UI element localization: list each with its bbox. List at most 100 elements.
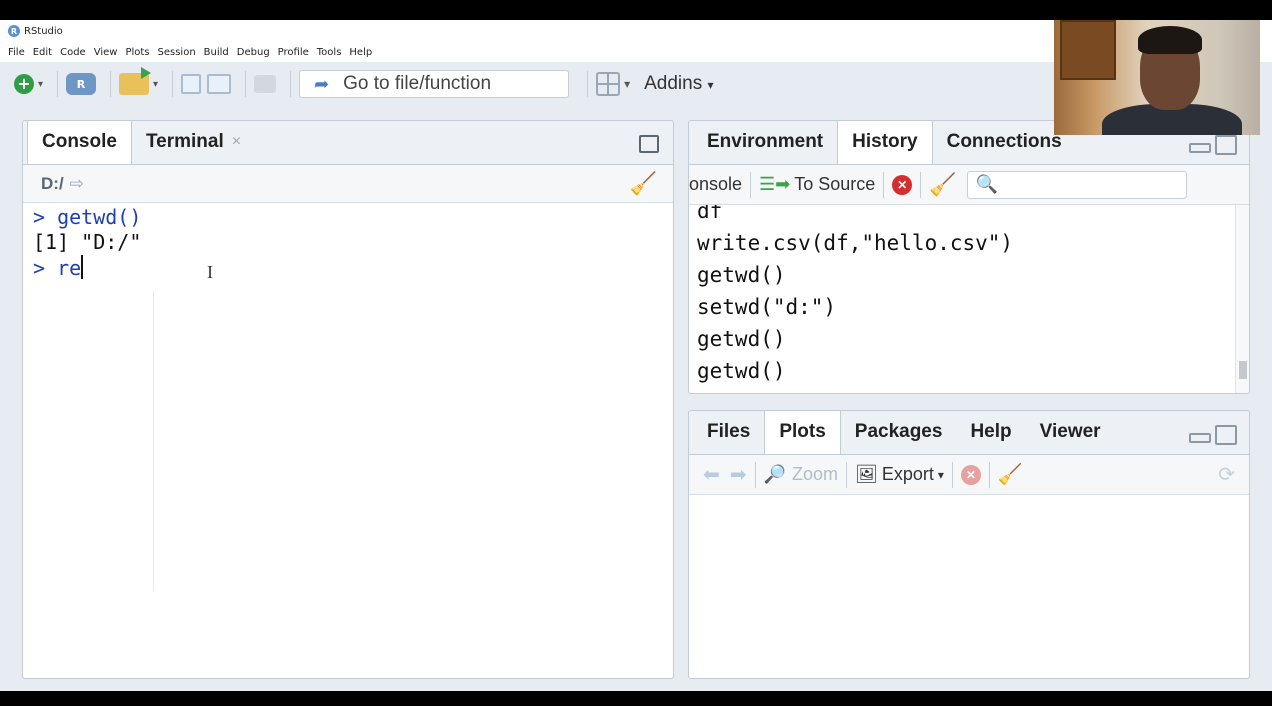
toolbar-divider bbox=[988, 461, 990, 488]
console-input[interactable]: re bbox=[57, 256, 81, 280]
remove-plot-icon[interactable]: ✕ bbox=[960, 464, 981, 485]
export-button[interactable]: 🖼 Export ▾ bbox=[855, 464, 944, 485]
menu-help[interactable]: Help bbox=[349, 47, 372, 58]
history-item[interactable]: write.csv(df,"hello.csv") bbox=[697, 227, 1225, 259]
ibeam-cursor-icon: I bbox=[207, 262, 213, 282]
restore-pane-icon[interactable] bbox=[639, 135, 659, 153]
minimize-pane-icon[interactable] bbox=[1189, 143, 1211, 153]
open-file-button[interactable]: ▾ bbox=[119, 67, 158, 97]
menu-file[interactable]: File bbox=[8, 47, 25, 58]
menu-debug[interactable]: Debug bbox=[237, 47, 270, 58]
history-item[interactable]: getwd() bbox=[697, 259, 1225, 291]
to-console-button[interactable]: onsole bbox=[689, 174, 742, 195]
tab-help-label: Help bbox=[970, 421, 1012, 442]
tab-terminal-label: Terminal bbox=[145, 131, 224, 152]
tab-viewer[interactable]: Viewer bbox=[1026, 411, 1115, 454]
pane-window-controls bbox=[1189, 425, 1237, 445]
forward-arrow-icon[interactable]: ➡ bbox=[730, 462, 747, 487]
export-label: Export bbox=[881, 464, 934, 484]
clear-console-icon[interactable]: 🧹 bbox=[630, 171, 657, 197]
console-prompt: > bbox=[33, 256, 46, 280]
minimize-pane-icon[interactable] bbox=[1189, 433, 1211, 443]
tab-history[interactable]: History bbox=[837, 121, 933, 164]
pane-window-controls bbox=[1189, 135, 1237, 155]
toolbar-divider bbox=[845, 461, 847, 488]
console-pane: Console Terminal × D:/ ⇨ 🧹 > getwd() [1] … bbox=[22, 120, 674, 679]
new-project-button[interactable]: R bbox=[66, 71, 97, 97]
console-output[interactable]: > getwd() [1] "D:/" > re bbox=[23, 203, 673, 678]
console-path-bar: D:/ ⇨ 🧹 bbox=[23, 165, 673, 203]
grid-icon bbox=[596, 72, 621, 96]
menu-code[interactable]: Code bbox=[60, 47, 86, 58]
menu-view[interactable]: View bbox=[94, 47, 118, 58]
tab-console[interactable]: Console bbox=[27, 121, 132, 164]
clear-history-icon[interactable]: 🧹 bbox=[929, 172, 956, 198]
pane-layout-button[interactable]: ▾ bbox=[596, 71, 630, 97]
history-list[interactable]: df write.csv(df,"hello.csv") getwd() set… bbox=[689, 205, 1233, 393]
tab-packages[interactable]: Packages bbox=[841, 411, 957, 454]
r-project-icon: R bbox=[66, 73, 97, 95]
toolbar-divider bbox=[245, 71, 247, 97]
maximize-pane-icon[interactable] bbox=[1215, 425, 1237, 445]
menu-profile[interactable]: Profile bbox=[278, 47, 309, 58]
toolbar-divider bbox=[587, 71, 589, 97]
save-all-button[interactable] bbox=[207, 71, 232, 97]
remove-entry-icon[interactable]: ✕ bbox=[892, 174, 913, 195]
history-item[interactable]: setwd("d:") bbox=[697, 291, 1225, 323]
search-icon: 🔍 bbox=[975, 174, 999, 194]
webcam-background bbox=[1060, 20, 1116, 80]
goto-file-input[interactable]: ➦ Go to file/function bbox=[299, 70, 570, 98]
indent-guide bbox=[153, 291, 154, 591]
refresh-icon[interactable]: ⟳ bbox=[1218, 462, 1235, 487]
go-to-directory-icon[interactable]: ⇨ bbox=[70, 174, 84, 194]
toolbar-divider bbox=[951, 461, 953, 488]
tab-help[interactable]: Help bbox=[956, 411, 1025, 454]
tab-environment[interactable]: Environment bbox=[693, 121, 837, 164]
addins-menu[interactable]: Addins ▾ bbox=[644, 73, 713, 95]
console-result: [1] "D:/" bbox=[33, 230, 142, 254]
console-line: > re bbox=[33, 255, 663, 281]
zoom-label: Zoom bbox=[791, 464, 838, 484]
menu-tools[interactable]: Tools bbox=[317, 47, 342, 58]
menu-edit[interactable]: Edit bbox=[33, 47, 52, 58]
history-scrollbar[interactable] bbox=[1235, 205, 1249, 393]
chevron-down-icon: ▾ bbox=[624, 77, 631, 91]
tab-files[interactable]: Files bbox=[693, 411, 764, 454]
save-button[interactable] bbox=[181, 71, 202, 97]
history-item[interactable]: getwd() bbox=[697, 323, 1225, 355]
scrollbar-thumb[interactable] bbox=[1239, 361, 1247, 379]
tab-packages-label: Packages bbox=[854, 421, 943, 442]
new-file-button[interactable]: + ▾ bbox=[14, 71, 43, 97]
history-item[interactable]: getwd() bbox=[697, 355, 1225, 387]
maximize-pane-icon[interactable] bbox=[1215, 135, 1237, 155]
console-prompt: > bbox=[33, 205, 46, 229]
back-arrow-icon[interactable]: ⬅ bbox=[703, 462, 720, 487]
history-search-input[interactable]: 🔍 bbox=[966, 170, 1187, 199]
tab-plots[interactable]: Plots bbox=[764, 411, 841, 454]
toolbar-divider bbox=[57, 71, 59, 97]
tab-terminal[interactable]: Terminal × bbox=[132, 121, 255, 164]
text-cursor bbox=[81, 255, 84, 279]
save-icon bbox=[181, 74, 202, 94]
save-all-icon bbox=[207, 74, 232, 94]
history-item[interactable]: df bbox=[697, 205, 1225, 227]
toolbar-divider bbox=[172, 71, 174, 97]
console-command: getwd() bbox=[57, 205, 142, 229]
bottom-letterbox bbox=[0, 691, 1272, 706]
history-toolbar: onsole ☰➡ To Source ✕ 🧹 🔍 bbox=[689, 165, 1249, 205]
zoom-button[interactable]: 🔎 Zoom bbox=[764, 464, 838, 485]
print-button[interactable] bbox=[254, 71, 277, 97]
menu-plots[interactable]: Plots bbox=[125, 47, 149, 58]
clear-plots-icon[interactable]: 🧹 bbox=[998, 462, 1023, 487]
close-icon[interactable]: × bbox=[232, 133, 241, 151]
menu-build[interactable]: Build bbox=[204, 47, 229, 58]
tab-plots-label: Plots bbox=[779, 421, 826, 442]
to-source-button[interactable]: ☰➡ To Source bbox=[759, 174, 875, 195]
chevron-down-icon: ▾ bbox=[937, 467, 944, 482]
tab-history-label: History bbox=[852, 131, 918, 152]
working-directory[interactable]: D:/ bbox=[41, 174, 64, 194]
menu-session[interactable]: Session bbox=[158, 47, 196, 58]
tab-files-label: Files bbox=[707, 421, 751, 442]
toolbar-divider bbox=[750, 171, 752, 198]
printer-icon bbox=[254, 75, 277, 93]
